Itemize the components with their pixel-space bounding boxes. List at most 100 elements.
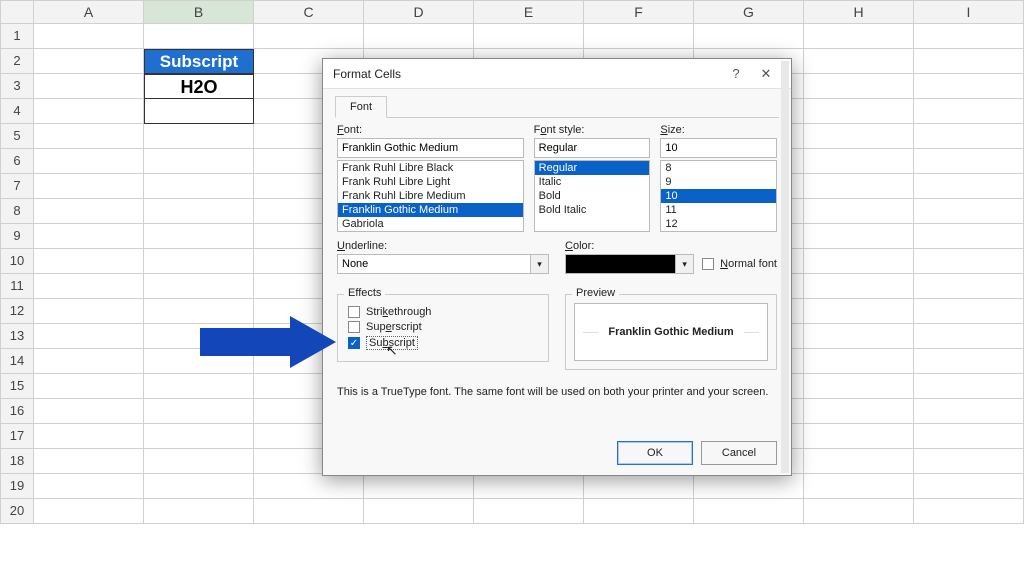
list-item[interactable]: Franklin Gothic Medium: [338, 203, 523, 217]
cell[interactable]: [914, 449, 1024, 474]
col-header-G[interactable]: G: [694, 0, 804, 24]
cell[interactable]: [474, 499, 584, 524]
list-item[interactable]: 12: [661, 217, 776, 231]
chevron-down-icon[interactable]: ▾: [676, 254, 694, 274]
cell[interactable]: [34, 499, 144, 524]
row-header[interactable]: 15: [0, 374, 34, 399]
col-header-A[interactable]: A: [34, 0, 144, 24]
row-header[interactable]: 5: [0, 124, 34, 149]
close-button[interactable]: ✕: [751, 59, 781, 89]
cell[interactable]: [804, 124, 914, 149]
row-header[interactable]: 10: [0, 249, 34, 274]
cell[interactable]: [804, 249, 914, 274]
list-item[interactable]: 14: [661, 231, 776, 232]
cell[interactable]: [914, 399, 1024, 424]
cell[interactable]: [34, 374, 144, 399]
col-header-F[interactable]: F: [584, 0, 694, 24]
cell[interactable]: [144, 274, 254, 299]
cell[interactable]: [364, 24, 474, 49]
select-all-corner[interactable]: [0, 0, 34, 24]
cell[interactable]: [144, 474, 254, 499]
cell[interactable]: [804, 299, 914, 324]
cell[interactable]: [804, 374, 914, 399]
cell[interactable]: [144, 424, 254, 449]
cell[interactable]: [34, 74, 144, 99]
dialog-titlebar[interactable]: Format Cells ? ✕: [323, 59, 791, 89]
size-listbox[interactable]: 8910111214: [660, 160, 777, 232]
cell[interactable]: [34, 224, 144, 249]
cell[interactable]: [914, 499, 1024, 524]
cell[interactable]: [804, 449, 914, 474]
cell[interactable]: [34, 124, 144, 149]
cell[interactable]: [34, 24, 144, 49]
cell[interactable]: [804, 224, 914, 249]
cell[interactable]: [34, 299, 144, 324]
cell[interactable]: [914, 224, 1024, 249]
cell[interactable]: [914, 74, 1024, 99]
list-item[interactable]: Gadugi: [338, 231, 523, 232]
cell[interactable]: [804, 324, 914, 349]
size-input[interactable]: [660, 138, 777, 158]
cell[interactable]: [34, 49, 144, 74]
cell[interactable]: [34, 399, 144, 424]
font-input[interactable]: [337, 138, 524, 158]
cell[interactable]: [914, 199, 1024, 224]
cell[interactable]: [804, 349, 914, 374]
cell[interactable]: [364, 474, 474, 499]
cell[interactable]: [474, 24, 584, 49]
cell[interactable]: [34, 474, 144, 499]
list-item[interactable]: Frank Ruhl Libre Black: [338, 161, 523, 175]
list-item[interactable]: Frank Ruhl Libre Medium: [338, 189, 523, 203]
cell[interactable]: [914, 99, 1024, 124]
cell[interactable]: [804, 99, 914, 124]
cell[interactable]: [144, 249, 254, 274]
cell[interactable]: [254, 24, 364, 49]
row-header[interactable]: 12: [0, 299, 34, 324]
chevron-down-icon[interactable]: ▾: [531, 254, 549, 274]
cell[interactable]: [804, 174, 914, 199]
row-header[interactable]: 11: [0, 274, 34, 299]
list-item[interactable]: Bold Italic: [535, 203, 650, 217]
col-header-I[interactable]: I: [914, 0, 1024, 24]
cell[interactable]: [914, 174, 1024, 199]
cell[interactable]: [34, 249, 144, 274]
cell[interactable]: [914, 49, 1024, 74]
cell[interactable]: [144, 174, 254, 199]
cell[interactable]: [144, 149, 254, 174]
tab-font[interactable]: Font: [335, 96, 387, 118]
cell[interactable]: [34, 449, 144, 474]
cell[interactable]: [804, 24, 914, 49]
cell[interactable]: [144, 199, 254, 224]
cell[interactable]: [34, 174, 144, 199]
list-item[interactable]: Bold: [535, 189, 650, 203]
cell[interactable]: [914, 474, 1024, 499]
cell[interactable]: [914, 374, 1024, 399]
cell[interactable]: [34, 99, 144, 124]
cell[interactable]: [914, 349, 1024, 374]
cell[interactable]: [914, 324, 1024, 349]
row-header[interactable]: 7: [0, 174, 34, 199]
cell[interactable]: [804, 399, 914, 424]
list-item[interactable]: 8: [661, 161, 776, 175]
cell[interactable]: [804, 274, 914, 299]
cancel-button[interactable]: Cancel: [701, 441, 777, 465]
cell[interactable]: [914, 274, 1024, 299]
help-button[interactable]: ?: [721, 59, 751, 89]
row-header[interactable]: 13: [0, 324, 34, 349]
list-item[interactable]: 10: [661, 189, 776, 203]
row-header[interactable]: 18: [0, 449, 34, 474]
col-header-C[interactable]: C: [254, 0, 364, 24]
ok-button[interactable]: OK: [617, 441, 693, 465]
fontstyle-input[interactable]: [534, 138, 651, 158]
cell[interactable]: [144, 224, 254, 249]
cell[interactable]: [804, 149, 914, 174]
cell[interactable]: [914, 424, 1024, 449]
cell[interactable]: [694, 499, 804, 524]
row-header[interactable]: 19: [0, 474, 34, 499]
cell[interactable]: H2O: [144, 74, 254, 99]
cell[interactable]: [144, 99, 254, 124]
cell[interactable]: [34, 349, 144, 374]
cell[interactable]: [144, 499, 254, 524]
cell[interactable]: [144, 399, 254, 424]
cell[interactable]: [914, 299, 1024, 324]
